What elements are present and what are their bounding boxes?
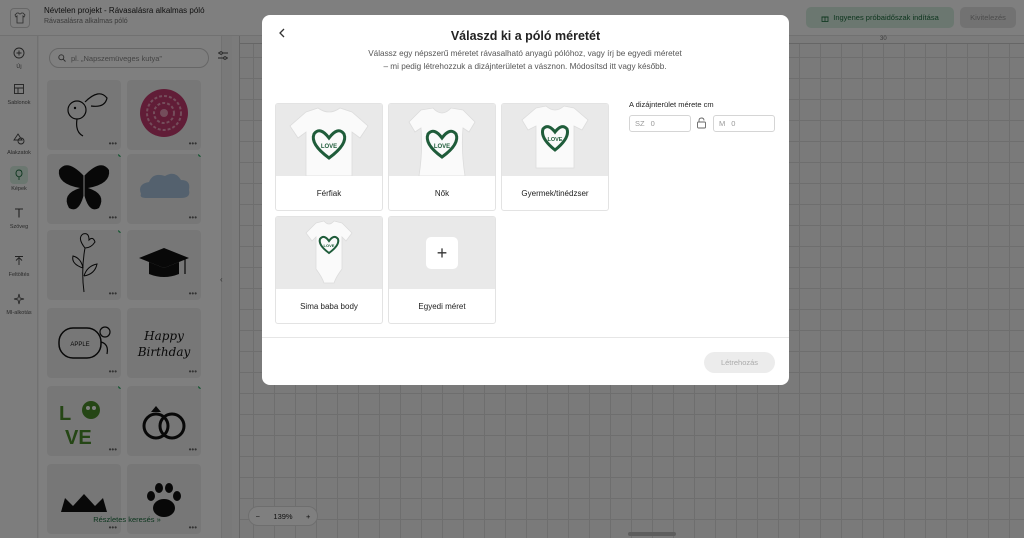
size-card-men[interactable]: LOVE Férfiak bbox=[275, 103, 383, 211]
height-prefix: M bbox=[719, 119, 726, 128]
width-value: 0 bbox=[650, 119, 655, 128]
design-area-size-label: A dizájnterület mérete cm bbox=[629, 100, 714, 109]
size-card-women[interactable]: LOVE Nők bbox=[388, 103, 496, 211]
height-field[interactable]: M 0 bbox=[713, 115, 775, 132]
card-label-baby-bodysuit: Sima baba body bbox=[300, 301, 358, 311]
card-label-custom: Egyedi méret bbox=[418, 301, 466, 311]
kids-shirt-image: LOVE bbox=[502, 104, 608, 176]
shirt-print-text: LOVE bbox=[434, 144, 450, 150]
height-value: 0 bbox=[731, 119, 736, 128]
dialog-title: Válaszd ki a póló méretét bbox=[450, 29, 601, 43]
baby-bodysuit-image: LOVE bbox=[276, 217, 382, 289]
mens-shirt-image: LOVE bbox=[276, 104, 382, 176]
dialog-divider bbox=[262, 337, 789, 338]
size-card-baby-bodysuit[interactable]: LOVE Sima baba body bbox=[275, 216, 383, 324]
size-card-custom[interactable]: + Egyedi méret bbox=[388, 216, 496, 324]
width-field[interactable]: SZ 0 bbox=[629, 115, 691, 132]
womens-shirt-image: LOVE bbox=[389, 104, 495, 176]
card-label-kids: Gyermek/tinédzser bbox=[521, 188, 589, 198]
width-prefix: SZ bbox=[635, 119, 645, 128]
create-button[interactable]: Létrehozás bbox=[704, 352, 775, 373]
card-label-men: Férfiak bbox=[316, 188, 342, 198]
size-card-kids[interactable]: LOVE Gyermek/tinédzser bbox=[501, 103, 609, 211]
custom-size-image: + bbox=[389, 217, 495, 289]
shirt-print-text: LOVE bbox=[321, 144, 337, 150]
card-label-women: Nők bbox=[434, 188, 450, 198]
lock-icon[interactable] bbox=[696, 117, 707, 129]
dialog-description: Válassz egy népszerű méretet rávasalható… bbox=[368, 49, 682, 71]
shirt-print-text: LOVE bbox=[324, 243, 335, 248]
plus-icon: + bbox=[426, 237, 458, 269]
shirt-print-text: LOVE bbox=[548, 137, 563, 143]
shirt-size-dialog: Válaszd ki a póló méretét Válassz egy né… bbox=[262, 15, 789, 385]
